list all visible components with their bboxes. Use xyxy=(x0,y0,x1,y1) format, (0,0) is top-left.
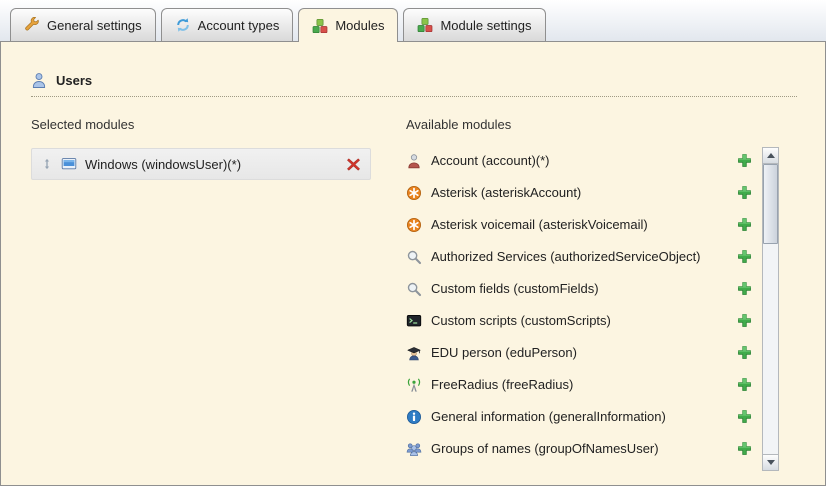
search-icon xyxy=(406,249,422,265)
add-icon xyxy=(737,313,752,328)
available-module-label: General information (generalInformation) xyxy=(431,409,666,424)
tab-general-settings[interactable]: General settings xyxy=(10,8,156,41)
selected-module-label: Windows (windowsUser)(*) xyxy=(85,157,241,172)
add-module-button[interactable] xyxy=(737,441,752,456)
available-module-row: Authorized Services (authorizedServiceOb… xyxy=(406,242,752,271)
windows-icon xyxy=(61,156,77,172)
terminal-icon xyxy=(406,313,422,329)
add-icon xyxy=(737,377,752,392)
sort-handle-icon[interactable] xyxy=(41,157,53,171)
user-icon xyxy=(31,72,47,88)
search-icon xyxy=(406,281,422,297)
add-module-button[interactable] xyxy=(737,153,752,168)
add-module-button[interactable] xyxy=(737,249,752,264)
add-icon xyxy=(737,185,752,200)
available-module-row: Custom scripts (customScripts) xyxy=(406,306,752,335)
module-columns: Selected modules Windows (windowsUser)(*… xyxy=(31,117,797,466)
remove-module-button[interactable] xyxy=(346,157,361,172)
add-icon xyxy=(737,345,752,360)
available-module-label: Account (account)(*) xyxy=(431,153,550,168)
available-module-row: EDU person (eduPerson) xyxy=(406,338,752,367)
scrollbar-thumb[interactable] xyxy=(763,164,778,244)
add-icon xyxy=(737,409,752,424)
available-module-row: Asterisk (asteriskAccount) xyxy=(406,178,752,207)
asterisk-icon xyxy=(406,217,422,233)
available-module-row: Custom fields (customFields) xyxy=(406,274,752,303)
available-module-label: Custom scripts (customScripts) xyxy=(431,313,611,328)
available-module-label: Groups of names (groupOfNamesUser) xyxy=(431,441,659,456)
radio-icon xyxy=(406,377,422,393)
available-modules-column: Available modules Account (account)(*) As… xyxy=(406,117,797,466)
available-module-row: Account (account)(*) xyxy=(406,146,752,175)
available-module-row: Groups of names (groupOfNamesUser) xyxy=(406,434,752,463)
account-icon xyxy=(406,153,422,169)
add-icon xyxy=(737,153,752,168)
tab-account-types[interactable]: Account types xyxy=(161,8,294,41)
add-icon xyxy=(737,249,752,264)
section-title: Users xyxy=(56,73,92,88)
add-icon xyxy=(737,217,752,232)
edu-person-icon xyxy=(406,345,422,361)
selected-modules-list: Windows (windowsUser)(*) xyxy=(31,148,371,180)
available-module-row: General information (generalInformation) xyxy=(406,402,752,431)
tab-label: General settings xyxy=(47,18,142,33)
tab-bar: General settings Account types Modules M… xyxy=(0,0,826,41)
available-module-label: FreeRadius (freeRadius) xyxy=(431,377,573,392)
add-module-button[interactable] xyxy=(737,313,752,328)
add-module-button[interactable] xyxy=(737,217,752,232)
group-icon xyxy=(406,441,422,457)
asterisk-icon xyxy=(406,185,422,201)
tab-module-settings[interactable]: Module settings xyxy=(403,8,545,41)
sync-icon xyxy=(175,17,191,33)
available-module-label: EDU person (eduPerson) xyxy=(431,345,577,360)
available-modules-heading: Available modules xyxy=(406,117,797,132)
delete-icon xyxy=(346,157,361,172)
add-module-button[interactable] xyxy=(737,185,752,200)
tab-label: Modules xyxy=(335,18,384,33)
wrench-icon xyxy=(24,17,40,33)
selected-modules-heading: Selected modules xyxy=(31,117,371,132)
scrollbar-up-button[interactable] xyxy=(763,148,778,164)
available-module-label: Custom fields (customFields) xyxy=(431,281,599,296)
scrollbar-down-button[interactable] xyxy=(763,454,778,470)
scrollbar[interactable] xyxy=(762,147,779,471)
scrollbar-track[interactable] xyxy=(763,164,778,454)
available-module-label: Asterisk voicemail (asteriskVoicemail) xyxy=(431,217,648,232)
available-module-label: Asterisk (asteriskAccount) xyxy=(431,185,581,200)
modules-icon xyxy=(312,18,328,34)
tab-modules[interactable]: Modules xyxy=(298,8,398,42)
selected-modules-column: Selected modules Windows (windowsUser)(*… xyxy=(31,117,371,466)
triangle-up-icon xyxy=(767,153,775,158)
add-module-button[interactable] xyxy=(737,409,752,424)
add-icon xyxy=(737,441,752,456)
add-module-button[interactable] xyxy=(737,345,752,360)
add-icon xyxy=(737,281,752,296)
module-settings-icon xyxy=(417,17,433,33)
add-module-button[interactable] xyxy=(737,377,752,392)
available-modules-list: Account (account)(*) Asterisk (asteriskAc… xyxy=(406,146,797,463)
selected-module-row[interactable]: Windows (windowsUser)(*) xyxy=(31,148,371,180)
info-icon xyxy=(406,409,422,425)
available-module-row: Asterisk voicemail (asteriskVoicemail) xyxy=(406,210,752,239)
tab-label: Account types xyxy=(198,18,280,33)
tab-label: Module settings xyxy=(440,18,531,33)
section-heading: Users xyxy=(31,72,797,97)
add-module-button[interactable] xyxy=(737,281,752,296)
triangle-down-icon xyxy=(767,460,775,465)
modules-panel: Users Selected modules Windows (windowsU… xyxy=(0,41,826,486)
available-module-label: Authorized Services (authorizedServiceOb… xyxy=(431,249,701,264)
available-module-row: FreeRadius (freeRadius) xyxy=(406,370,752,399)
